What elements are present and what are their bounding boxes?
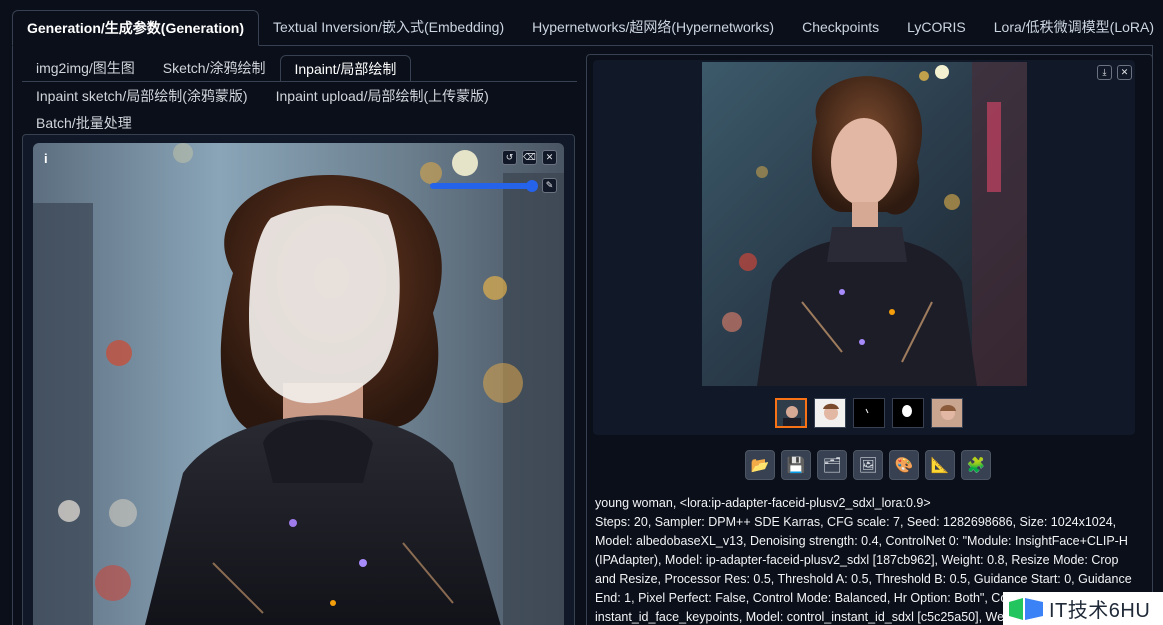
thumbnail-5[interactable] — [931, 398, 963, 428]
brush-icon[interactable]: ✎ — [542, 178, 557, 193]
zip-icon[interactable]: 🗂 — [817, 450, 847, 480]
image-icon[interactable]: 🖼 — [853, 450, 883, 480]
tab-inpaint[interactable]: Inpaint/局部绘制 — [279, 55, 412, 81]
download-icon[interactable]: ⤓ — [1097, 65, 1112, 80]
save-icon[interactable]: 💾 — [781, 450, 811, 480]
image-info-label: i — [44, 151, 48, 166]
palette-icon[interactable]: 🎨 — [889, 450, 919, 480]
ruler-icon[interactable]: 📐 — [925, 450, 955, 480]
inpaint-image — [33, 143, 564, 625]
tab-lycoris[interactable]: LyCORIS — [893, 9, 980, 45]
tab-textual-inversion[interactable]: Textual Inversion/嵌入式(Embedding) — [259, 9, 518, 45]
tab-hypernetworks[interactable]: Hypernetworks/超网络(Hypernetworks) — [518, 9, 788, 45]
site-watermark: IT技术6HU — [1003, 592, 1163, 625]
tab-inpaint-sketch[interactable]: Inpaint sketch/局部绘制(涂鸦蒙版) — [22, 83, 262, 109]
tab-inpaint-upload[interactable]: Inpaint upload/局部绘制(上传蒙版) — [262, 83, 503, 109]
folder-icon[interactable]: 📂 — [745, 450, 775, 480]
watermark-logo-icon — [1009, 597, 1043, 620]
tab-img2img[interactable]: img2img/图生图 — [22, 55, 149, 81]
inpaint-canvas[interactable] — [33, 143, 564, 625]
close-icon[interactable]: ✕ — [542, 150, 557, 165]
img2img-mode-tabs: img2img/图生图 Sketch/涂鸦绘制 Inpaint/局部绘制 Inp… — [22, 55, 577, 136]
thumbnail-1[interactable] — [775, 398, 807, 428]
watermark-text: IT技术6HU — [1049, 600, 1151, 622]
inpaint-mask — [248, 205, 400, 404]
output-image[interactable] — [702, 62, 1027, 386]
gallery-thumbnails — [775, 398, 963, 428]
thumbnail-2[interactable] — [814, 398, 846, 428]
close-gallery-icon[interactable]: ✕ — [1117, 65, 1132, 80]
extras-icon[interactable]: 🧩 — [961, 450, 991, 480]
output-toolbar: 📂 💾 🗂 🖼 🎨 📐 🧩 — [745, 450, 991, 480]
generation-prompt: young woman, <lora:ip-adapter-faceid-plu… — [595, 496, 931, 510]
top-tab-bar: Generation/生成参数(Generation) Textual Inve… — [12, 9, 1154, 46]
tab-checkpoints[interactable]: Checkpoints — [788, 9, 893, 45]
tab-batch[interactable]: Batch/批量处理 — [22, 110, 146, 136]
tab-sketch[interactable]: Sketch/涂鸦绘制 — [149, 55, 280, 81]
undo-icon[interactable]: ↺ — [502, 150, 517, 165]
brush-size-slider[interactable] — [430, 183, 536, 189]
tab-lora[interactable]: Lora/低秩微调模型(LoRA) — [980, 9, 1163, 45]
thumbnail-3[interactable] — [853, 398, 885, 428]
brush-size-handle[interactable] — [526, 180, 538, 192]
tab-generation[interactable]: Generation/生成参数(Generation) — [12, 10, 260, 46]
eraser-icon[interactable]: ⌫ — [522, 150, 537, 165]
thumbnail-4[interactable] — [892, 398, 924, 428]
